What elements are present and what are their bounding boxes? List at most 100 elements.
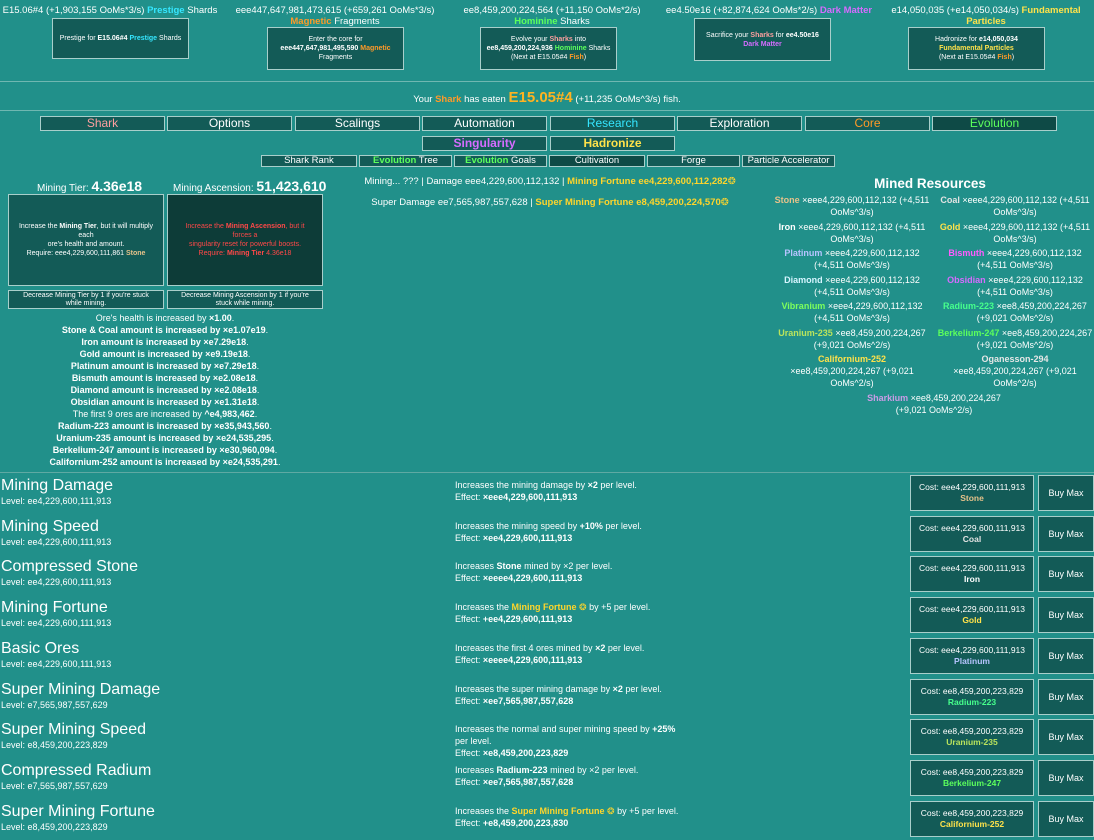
effect-line: Stone & Coal amount is increased by ×e1.… [61,325,269,335]
upgrade-level: Level: e8,459,200,223,829 [1,740,108,751]
resource-platinum: Platinum ×eee4,229,600,112,132 (+4,511 Oo… [784,248,920,270]
core-button[interactable]: Enter the core for eee447,647,981,495,59… [267,27,404,70]
resource-californium-252: Californium-252 ×ee8,459,200,224,267 (+9,… [790,354,914,388]
subtab-particle-accelerator[interactable]: Particle Accelerator [742,155,835,167]
upgrade-description: Increases the mining damage by ×2 per le… [455,480,637,502]
upgrade-level: Level: e8,459,200,223,829 [1,821,108,832]
buy-max-button[interactable]: Buy Max [1038,759,1094,796]
divider [0,472,1094,473]
resource-radium-223: Radium-223 ×ee8,459,200,224,267 (+9,021 O… [943,301,1087,323]
resource-diamond: Diamond ×eee4,229,600,112,132 (+4,511 OoM… [784,275,920,297]
effect-line: Californium-252 amount is increased by ×… [49,457,281,467]
increase-mining-tier-button[interactable]: Increase the Mining Tier, but it will mu… [8,194,164,286]
tab-research[interactable]: Research [550,116,675,131]
upgrade-cost-button[interactable]: Cost: eee4,229,600,111,913 Stone [910,475,1034,511]
upgrade-name-super-mining-damage: Super Mining Damage [1,680,161,698]
subtab-cultivation[interactable]: Cultivation [549,155,645,167]
upgrade-level: Level: ee4,229,600,111,913 [1,577,112,588]
tab-shark[interactable]: Shark [40,116,165,131]
upgrade-cost-button[interactable]: Cost: eee4,229,600,111,913 Platinum [910,637,1034,674]
evolve-button[interactable]: Evolve your Sharks into ee8,459,200,224,… [480,27,617,70]
upgrade-name-super-mining-fortune: Super Mining Fortune [1,802,155,820]
currency-hominine: ee8,459,200,224,564 (+11,150 OoMs*2/s) H… [463,5,641,27]
buy-max-button[interactable]: Buy Max [1038,597,1094,634]
fortune-icon: ❂ [576,602,587,613]
buy-max-button[interactable]: Buy Max [1038,678,1094,715]
upgrade-level: Level: ee4,229,600,111,913 [1,618,112,629]
resource-stone: Stone ×eee4,229,600,112,132 (+4,511 OoMs^… [774,195,930,217]
fortune-icon: ❂ [727,176,736,187]
upgrade-name-basic-ores: Basic Ores [1,639,80,657]
upgrade-cost-button[interactable]: Cost: eee4,229,600,111,913 Coal [910,515,1034,552]
currency-prestige: E15.06#4 (+1,903,155 OoMs*3/s) Prestige … [2,5,218,16]
tab-singularity[interactable]: Singularity [422,136,547,151]
upgrade-cost-button[interactable]: Cost: eee4,229,600,111,913 Gold [910,597,1034,634]
upgrade-cost-button[interactable]: Cost: ee8,459,200,223,829 Berkelium-247 [910,759,1034,796]
resource-gold: Gold ×eee4,229,600,112,132 (+4,511 OoMs^3… [939,222,1091,244]
dark-matter-button[interactable]: Sacrifice your Sharks for ee4.50e16 Dark… [694,18,831,61]
increase-mining-ascension-button[interactable]: Increase the Mining Ascension, but it fo… [167,194,323,286]
tab-exploration[interactable]: Exploration [677,116,802,131]
currency-magnetic: eee447,647,981,473,615 (+659,261 OoMs*3/… [235,5,435,27]
tab-automation[interactable]: Automation [422,116,547,131]
upgrade-description: Increases the normal and super mining sp… [455,724,676,759]
fortune-icon: ❂ [604,805,615,816]
resource-coal: Coal ×eee4,229,600,112,132 (+4,511 OoMs^3… [940,195,1090,217]
upgrade-description: Increases the super mining damage by ×2 … [455,683,662,706]
subtab-evolution-goals[interactable]: Evolution Goals [454,155,547,167]
tab-hadronize[interactable]: Hadronize [550,136,675,151]
tab-evolution[interactable]: Evolution [932,116,1057,131]
upgrade-level: Level: e7,565,987,557,629 [1,699,108,710]
divider [0,81,1094,82]
resource-uranium-235: Uranium-235 ×ee8,459,200,224,267 (+9,021 … [778,328,926,350]
effect-line: Gold amount is increased by ×e9.19e18. [79,349,251,359]
effect-line: Iron amount is increased by ×e7.29e18. [81,337,249,347]
upgrade-name-mining-fortune: Mining Fortune [1,599,108,617]
upgrade-level: Level: ee4,229,600,111,913 [1,496,112,506]
effect-line: Radium-223 amount is increased by ×e35,9… [58,421,272,431]
upgrade-description: Increases the Super Mining Fortune ❂ by … [455,805,679,828]
upgrade-cost-button[interactable]: Cost: eee4,229,600,111,913 Iron [910,556,1034,593]
resource-sharkium: Sharkium ×ee8,459,200,224,267 (+9,021 OoM… [867,393,1001,415]
decrease-mining-tier-button[interactable]: Decrease Mining Tier by 1 if you're stuc… [8,290,164,309]
upgrade-cost-button[interactable]: Cost: ee8,459,200,223,829 Radium-223 [910,678,1034,715]
buy-max-button[interactable]: Buy Max [1038,556,1094,593]
currency-fundamental: e14,050,035 (+e14,050,034/s) Fundamental… [891,5,1081,27]
subtab-forge[interactable]: Forge [647,155,740,167]
upgrade-name-mining-speed: Mining Speed [1,517,99,535]
effect-line: Bismuth amount is increased by ×e2.08e18… [71,373,259,383]
upgrade-cost-button[interactable]: Cost: ee8,459,200,223,829 Californium-252 [910,800,1034,837]
subtab-shark-rank[interactable]: Shark Rank [261,155,357,167]
upgrade-name-mining-damage: Mining Damage [1,477,114,494]
upgrade-level: Level: e7,565,987,557,629 [1,780,108,791]
effect-line: Obsidian amount is increased by ×e1.31e1… [70,397,260,407]
hadronize-button[interactable]: Hadronize for e14,050,034 Fundamental Pa… [908,27,1045,70]
upgrade-description: Increases the Mining Fortune ❂ by +5 per… [455,602,651,625]
divider [0,110,1094,111]
effect-line: Diamond amount is increased by ×e2.08e18… [70,385,260,395]
buy-max-button[interactable]: Buy Max [1038,800,1094,837]
buy-max-button[interactable]: Buy Max [1038,515,1094,552]
tab-options[interactable]: Options [167,116,292,131]
upgrade-name-super-mining-speed: Super Mining Speed [1,721,146,739]
fortune-icon: ❂ [720,197,729,208]
mined-resources-title: Mined Resources [874,176,986,191]
prestige-button[interactable]: Prestige for E15.06#4 Prestige Shards [52,18,189,59]
upgrade-level: Level: ee4,229,600,111,913 [1,536,112,547]
buy-max-button[interactable]: Buy Max [1038,475,1094,511]
tab-core[interactable]: Core [805,116,930,131]
effect-line: Ore's health is increased by ×1.00. [95,313,235,323]
effect-line: Uranium-235 amount is increased by ×e24,… [56,433,274,443]
mining-tier-label: Mining Tier: 4.36e18 [37,178,143,194]
upgrade-cost-button[interactable]: Cost: ee8,459,200,223,829 Uranium-235 [910,719,1034,756]
tab-scalings[interactable]: Scalings [295,116,420,131]
subtab-evolution-tree[interactable]: Evolution Tree [359,155,452,167]
buy-max-button[interactable]: Buy Max [1038,719,1094,756]
buy-max-button[interactable]: Buy Max [1038,637,1094,674]
super-mining-status: Super Damage ee7,565,987,557,628 | Super… [371,197,729,208]
effect-line: Platinum amount is increased by ×e7.29e1… [70,361,260,371]
resource-bismuth: Bismuth ×eee4,229,600,112,132 (+4,511 OoM… [948,248,1082,270]
upgrade-description: Increases the first 4 ores mined by ×2 p… [455,642,645,665]
mining-ascension-label: Mining Ascension: 51,423,610 [173,178,327,194]
decrease-mining-ascension-button[interactable]: Decrease Mining Ascension by 1 if you're… [167,290,323,309]
